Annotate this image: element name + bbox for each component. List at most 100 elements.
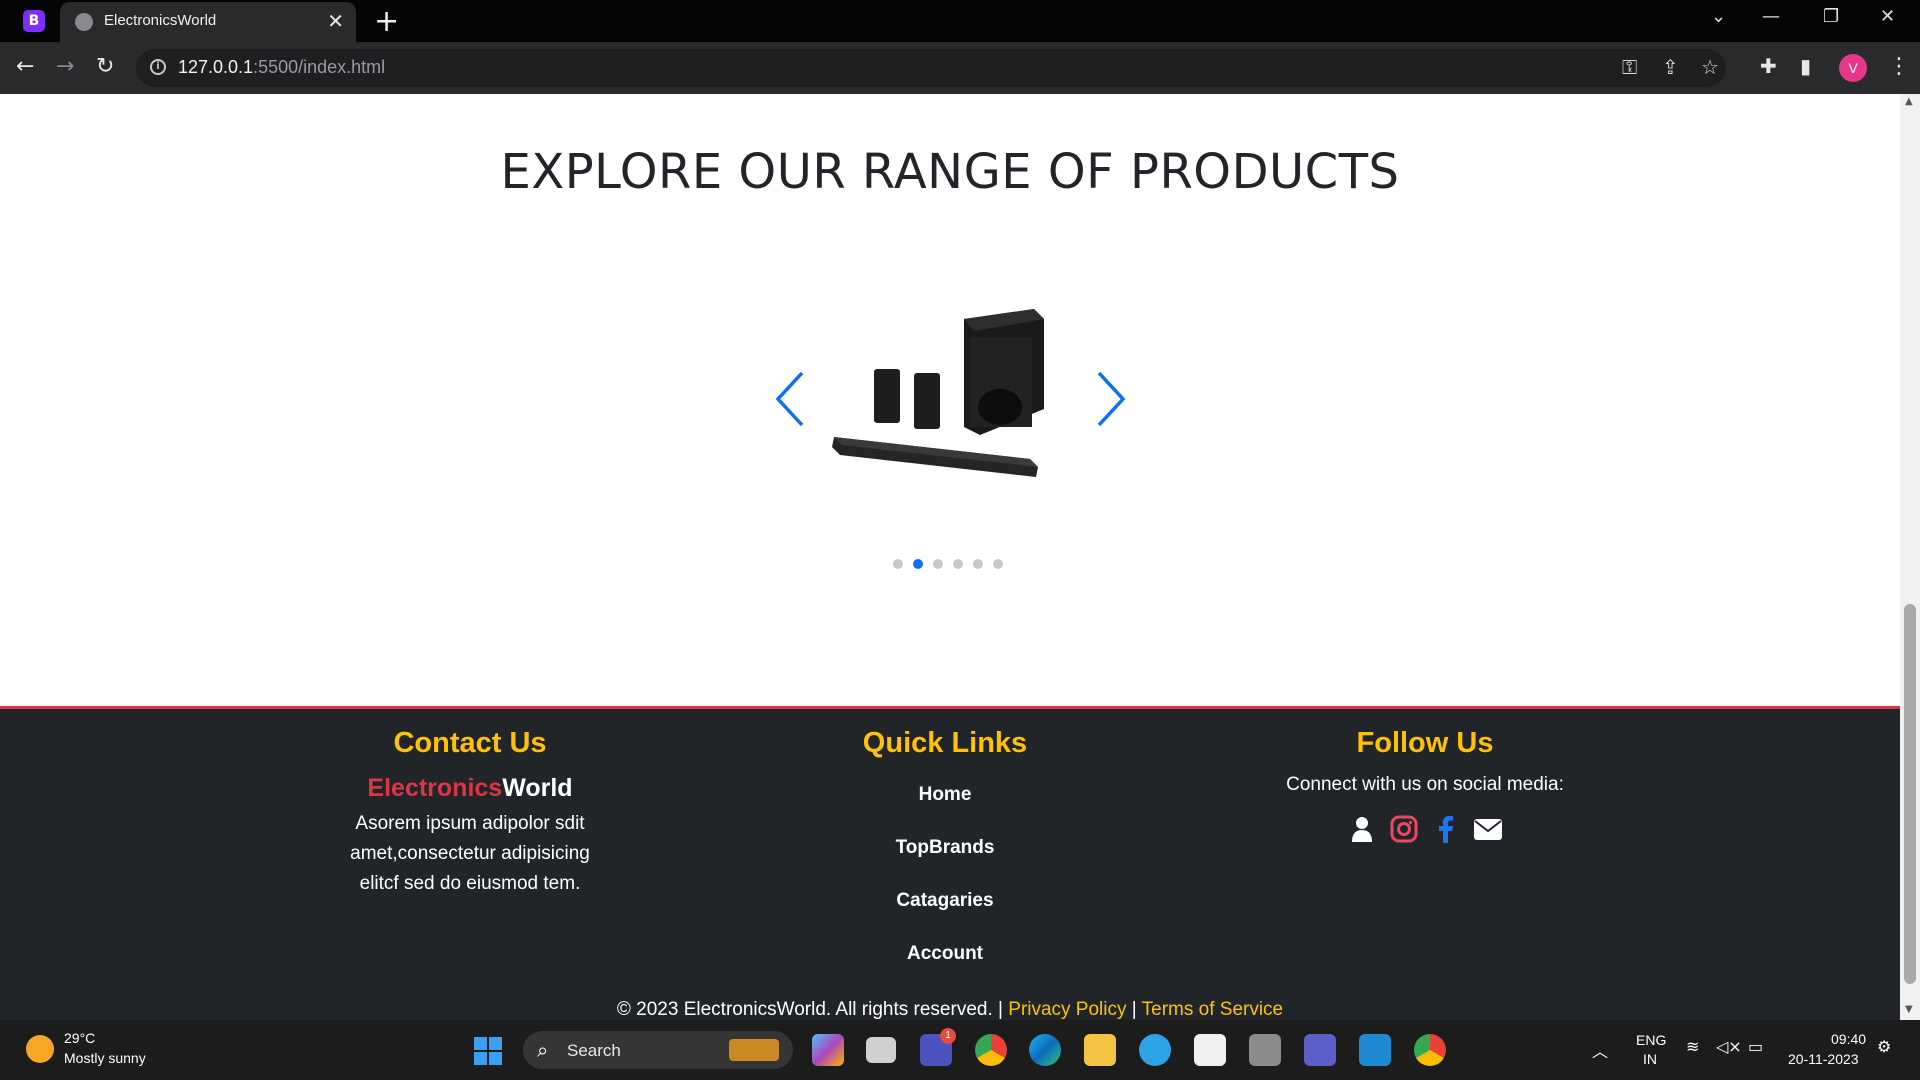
- volume-muted-icon[interactable]: ◁×: [1716, 1037, 1742, 1056]
- chevron-right-icon: [1097, 371, 1126, 427]
- battery-icon[interactable]: ▭: [1748, 1037, 1763, 1056]
- forward-icon[interactable]: →: [56, 54, 74, 79]
- task-view-icon[interactable]: [866, 1037, 896, 1063]
- contact-description: Asorem ipsum adipolor sdit amet,consecte…: [350, 813, 590, 894]
- file-explorer-icon[interactable]: [1084, 1034, 1116, 1066]
- copilot-app-icon[interactable]: [812, 1034, 844, 1066]
- web-page: EXPLORE OUR RANGE OF PRODUCTS Contact Us…: [0, 94, 1900, 1020]
- notifications-bell-icon[interactable]: ⚙: [1877, 1037, 1891, 1056]
- get-help-app-icon[interactable]: [1139, 1034, 1171, 1066]
- footer-follow-column: Follow Us Connect with us on social medi…: [1225, 727, 1625, 844]
- envelope-icon[interactable]: [1473, 814, 1503, 844]
- site-footer: Contact Us ElectronicsWorld Asorem ipsum…: [0, 706, 1900, 1020]
- address-bar[interactable]: i 127.0.0.1:5500/index.html ⚿ ⇪ ☆: [136, 49, 1726, 87]
- scrollbar-thumb[interactable]: [1904, 604, 1916, 984]
- clock-date[interactable]: 20-11-2023: [1788, 1051, 1859, 1067]
- minimize-button[interactable]: —: [1762, 6, 1780, 27]
- privacy-policy-link[interactable]: Privacy Policy: [1008, 999, 1126, 1020]
- terms-of-service-link[interactable]: Terms of Service: [1142, 999, 1283, 1020]
- brand-part-world: World: [502, 774, 573, 802]
- restore-button[interactable]: ❐: [1823, 6, 1839, 27]
- back-icon[interactable]: ←: [16, 54, 34, 79]
- language-indicator-secondary[interactable]: IN: [1643, 1051, 1657, 1067]
- weather-sun-icon[interactable]: [26, 1035, 54, 1063]
- tab-title: ElectronicsWorld: [104, 12, 217, 29]
- chevron-left-icon: [775, 371, 804, 427]
- share-icon[interactable]: ⇪: [1662, 55, 1679, 79]
- follow-heading: Follow Us: [1356, 727, 1494, 759]
- weather-temperature[interactable]: 29°C: [64, 1030, 95, 1046]
- footer-contact-column: Contact Us ElectronicsWorld Asorem ipsum…: [345, 727, 595, 899]
- tab-search-chevron-icon[interactable]: ⌄: [1711, 6, 1726, 27]
- carousel-indicators: [893, 559, 1003, 571]
- clock-time[interactable]: 09:40: [1831, 1031, 1866, 1047]
- footer-link-categories[interactable]: Catagaries: [820, 890, 1070, 912]
- search-icon: ⌕: [537, 1038, 549, 1062]
- language-indicator-primary[interactable]: ENG: [1636, 1032, 1666, 1048]
- follow-subtitle: Connect with us on social media:: [1286, 774, 1564, 795]
- chrome-profile-app-icon[interactable]: [1414, 1034, 1446, 1066]
- reload-icon[interactable]: ↻: [96, 54, 114, 79]
- carousel-indicator-dot[interactable]: [993, 559, 1003, 569]
- vscode-app-icon[interactable]: [1359, 1034, 1391, 1066]
- carousel-next-button[interactable]: [1087, 369, 1127, 429]
- footer-brand: ElectronicsWorld: [345, 774, 595, 803]
- footer-link-account[interactable]: Account: [820, 943, 1070, 965]
- notepad-app-icon[interactable]: [1249, 1034, 1281, 1066]
- copyright-separator: |: [1126, 999, 1142, 1020]
- carousel-indicator-dot[interactable]: [953, 559, 963, 569]
- instagram-icon[interactable]: [1389, 814, 1419, 844]
- wifi-icon[interactable]: ≋: [1686, 1037, 1699, 1056]
- key-icon[interactable]: ⚿: [1622, 55, 1637, 79]
- kebab-menu-icon[interactable]: ⋮: [1888, 54, 1910, 79]
- profile-app-icon[interactable]: B: [23, 10, 45, 32]
- user-icon[interactable]: [1347, 814, 1377, 844]
- footer-link-topbrands[interactable]: TopBrands: [820, 837, 1070, 859]
- footer-link-home[interactable]: Home: [820, 784, 1070, 806]
- scroll-down-arrow-icon[interactable]: ▼: [1905, 1004, 1913, 1015]
- carousel-indicator-dot[interactable]: [893, 559, 903, 569]
- contact-heading: Contact Us: [393, 727, 547, 759]
- subwoofer-port: [978, 389, 1022, 425]
- brand-part-electronics: Electronics: [367, 774, 503, 802]
- quick-links-heading: Quick Links: [862, 727, 1028, 759]
- teams-notification-badge: 1: [940, 1028, 956, 1044]
- show-hidden-icons-chevron-icon[interactable]: ︿: [1592, 1038, 1608, 1062]
- scroll-up-arrow-icon[interactable]: ▲: [1905, 96, 1913, 107]
- copyright-line: © 2023 ElectronicsWorld. All rights rese…: [0, 999, 1900, 1020]
- rear-speaker-left: [874, 369, 900, 423]
- section-heading: EXPLORE OUR RANGE OF PRODUCTS: [500, 144, 1400, 200]
- bookmark-star-icon[interactable]: ☆: [1701, 55, 1719, 79]
- tab-electronicsworld[interactable]: ElectronicsWorld ✕: [60, 2, 356, 42]
- social-links: [1225, 814, 1625, 844]
- taskbar-search-label: Search: [567, 1041, 621, 1060]
- product-image: [832, 309, 1044, 477]
- side-panel-icon[interactable]: ▮: [1800, 54, 1811, 78]
- facebook-icon[interactable]: [1431, 814, 1461, 844]
- windows-taskbar: 29°C Mostly sunny ⌕ Search 1 ︿ ENG IN ≋ …: [0, 1020, 1920, 1080]
- url-text[interactable]: 127.0.0.1:5500/index.html: [178, 57, 385, 78]
- site-info-icon[interactable]: i: [150, 59, 166, 75]
- page-scrollbar[interactable]: ▲ ▼: [1900, 94, 1920, 1020]
- extensions-puzzle-icon[interactable]: ✚: [1760, 54, 1777, 78]
- carousel-prev-button[interactable]: [774, 369, 814, 429]
- taskbar-search-box[interactable]: ⌕ Search: [523, 1031, 793, 1069]
- carousel-indicator-dot[interactable]: [973, 559, 983, 569]
- carousel-indicator-dot[interactable]: [933, 559, 943, 569]
- edge-app-icon[interactable]: [1029, 1034, 1061, 1066]
- chrome-app-icon[interactable]: [975, 1034, 1007, 1066]
- close-window-button[interactable]: ✕: [1880, 6, 1895, 27]
- tab-close-button[interactable]: ✕: [327, 9, 344, 33]
- profile-avatar[interactable]: V: [1839, 54, 1867, 82]
- microsoft-store-icon[interactable]: [1194, 1034, 1226, 1066]
- teams-work-app-icon[interactable]: [1304, 1034, 1336, 1066]
- browser-tab-strip: B ElectronicsWorld ✕ + ⌄ — ❐ ✕: [0, 0, 1920, 42]
- new-tab-button[interactable]: +: [374, 4, 399, 39]
- search-highlight-icon: [729, 1039, 779, 1061]
- weather-description[interactable]: Mostly sunny: [64, 1050, 146, 1066]
- browser-toolbar: ← → ↻ i 127.0.0.1:5500/index.html ⚿ ⇪ ☆ …: [0, 42, 1920, 94]
- carousel-indicator-dot[interactable]: [913, 559, 923, 569]
- windows-start-icon[interactable]: [474, 1037, 502, 1065]
- rear-speaker-right: [914, 373, 940, 429]
- globe-icon: [75, 13, 93, 31]
